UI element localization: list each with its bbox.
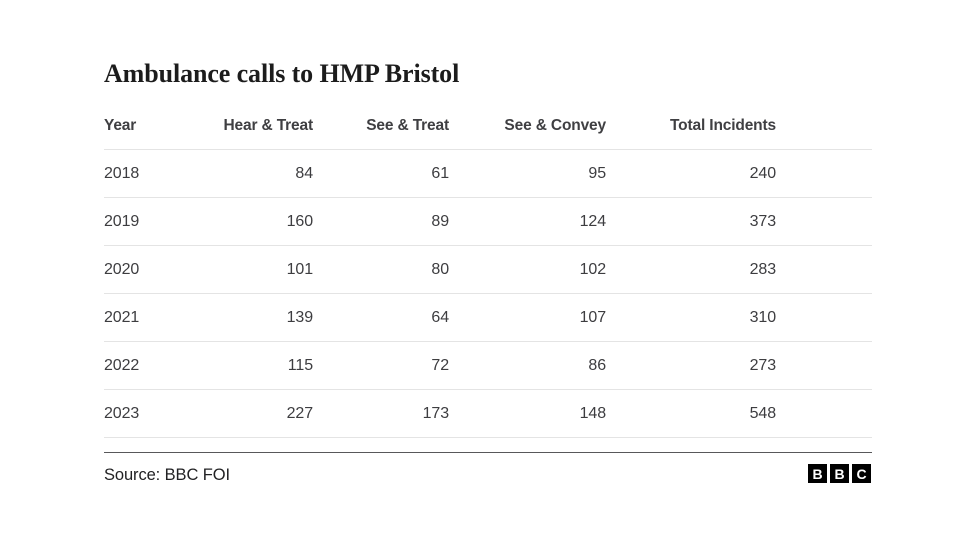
cell-hear-treat: 101	[177, 245, 313, 294]
cell-see-treat: 72	[313, 341, 449, 390]
page-title: Ambulance calls to HMP Bristol	[104, 59, 460, 88]
bbc-logo-letter-b2: B	[830, 464, 849, 483]
cell-see-treat: 89	[313, 197, 449, 246]
source-label: Source: BBC FOI	[104, 466, 230, 484]
cell-hear-treat: 84	[177, 149, 313, 198]
cell-year: 2018	[104, 149, 177, 198]
cell-year: 2020	[104, 245, 177, 294]
cell-spacer	[776, 341, 872, 390]
table-row: 2021 139 64 107 310	[104, 293, 872, 342]
bbc-logo-letter-c: C	[852, 464, 871, 483]
cell-year: 2019	[104, 197, 177, 246]
table-row: 2018 84 61 95 240	[104, 149, 872, 198]
cell-spacer	[776, 197, 872, 246]
cell-spacer	[776, 293, 872, 342]
cell-year: 2022	[104, 341, 177, 390]
cell-spacer	[776, 149, 872, 198]
column-header-year: Year	[104, 117, 137, 134]
cell-see-treat: 61	[313, 149, 449, 198]
column-header-spacer	[776, 117, 872, 150]
cell-see-treat: 64	[313, 293, 449, 342]
table-row: 2023 227 173 148 548	[104, 389, 872, 438]
cell-hear-treat: 227	[177, 389, 313, 438]
cell-see-convey: 95	[449, 149, 606, 198]
footer-divider	[104, 452, 872, 453]
table-header-row: Year Hear & Treat See & Treat See & Conv…	[104, 117, 872, 150]
table-row: 2020 101 80 102 283	[104, 245, 872, 294]
bbc-logo: B B C	[808, 464, 871, 483]
cell-see-treat: 173	[313, 389, 449, 438]
cell-see-convey: 124	[449, 197, 606, 246]
cell-total: 548	[606, 389, 776, 438]
cell-spacer	[776, 389, 872, 438]
chart-canvas: Ambulance calls to HMP Bristol Year Hear…	[0, 0, 976, 549]
cell-see-convey: 102	[449, 245, 606, 294]
cell-see-convey: 86	[449, 341, 606, 390]
cell-see-treat: 80	[313, 245, 449, 294]
cell-total: 273	[606, 341, 776, 390]
cell-spacer	[776, 245, 872, 294]
table-row: 2022 115 72 86 273	[104, 341, 872, 390]
column-header-total-incidents: Total Incidents	[670, 117, 776, 134]
table-row: 2019 160 89 124 373	[104, 197, 872, 246]
cell-total: 373	[606, 197, 776, 246]
cell-year: 2021	[104, 293, 177, 342]
cell-hear-treat: 139	[177, 293, 313, 342]
column-header-hear-and-treat: Hear & Treat	[223, 117, 313, 134]
table-body: 2018 84 61 95 240 2019 160 89 124 373 20…	[104, 149, 872, 438]
cell-year: 2023	[104, 389, 177, 438]
bbc-logo-letter-b1: B	[808, 464, 827, 483]
column-header-see-and-treat: See & Treat	[366, 117, 449, 134]
cell-see-convey: 148	[449, 389, 606, 438]
cell-hear-treat: 160	[177, 197, 313, 246]
cell-total: 240	[606, 149, 776, 198]
cell-total: 283	[606, 245, 776, 294]
ambulance-calls-table: Year Hear & Treat See & Treat See & Conv…	[104, 117, 872, 438]
column-header-see-and-convey: See & Convey	[504, 117, 606, 134]
table-header: Year Hear & Treat See & Treat See & Conv…	[104, 117, 872, 150]
cell-hear-treat: 115	[177, 341, 313, 390]
cell-see-convey: 107	[449, 293, 606, 342]
cell-total: 310	[606, 293, 776, 342]
